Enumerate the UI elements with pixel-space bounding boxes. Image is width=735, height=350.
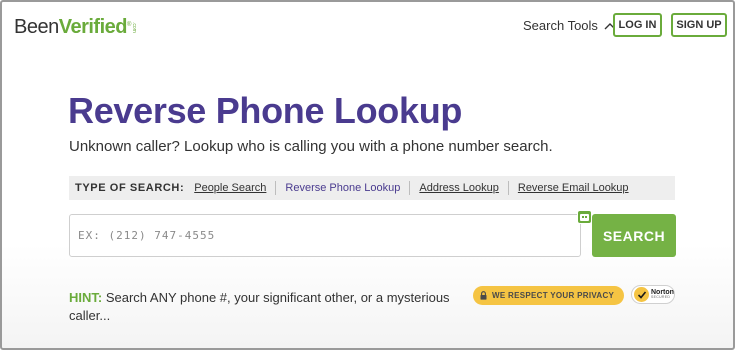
search-type-label: TYPE OF SEARCH: [75,182,185,194]
norton-secured-badge[interactable]: Norton SECURED [631,285,675,304]
checkmark-icon [634,287,649,302]
divider [409,181,411,195]
hint-body: Search ANY phone #, your significant oth… [69,290,450,323]
login-button[interactable]: LOG IN [613,13,662,37]
search-tools-label: Search Tools [523,18,598,33]
search-button[interactable]: SEARCH [592,214,676,257]
logo-text-verified: Verified [58,16,128,38]
search-tools-menu[interactable]: Search Tools [523,18,616,33]
signup-button[interactable]: SIGN UP [671,13,727,37]
contact-card-icon[interactable] [577,210,592,224]
hint-label: HINT: [69,290,103,305]
phone-number-input[interactable] [69,214,581,257]
page-subtitle: Unknown caller? Lookup who is calling yo… [69,138,553,155]
norton-secured-label: SECURED [651,295,671,300]
divider [275,181,277,195]
hint-text: HINT: Search ANY phone #, your significa… [69,289,469,325]
browser-frame: BeenVerified .com ® Search Tools LOG IN … [0,0,735,350]
privacy-badge[interactable]: WE RESPECT YOUR PRIVACY [473,286,624,305]
lock-icon [480,291,487,300]
search-type-address[interactable]: Address Lookup [419,182,499,194]
search-type-reverse-email[interactable]: Reverse Email Lookup [518,182,629,194]
logo-text-been: Been [14,16,59,38]
search-type-people[interactable]: People Search [194,182,266,194]
page-title: Reverse Phone Lookup [68,90,463,131]
divider [507,181,509,195]
privacy-badge-label: WE RESPECT YOUR PRIVACY [492,291,615,300]
beenverified-logo[interactable]: BeenVerified .com ® [14,16,137,38]
logo-registered-mark: ® [127,22,131,28]
search-type-reverse-phone[interactable]: Reverse Phone Lookup [285,182,400,194]
search-type-bar: TYPE OF SEARCH: People Search Reverse Ph… [69,176,675,200]
